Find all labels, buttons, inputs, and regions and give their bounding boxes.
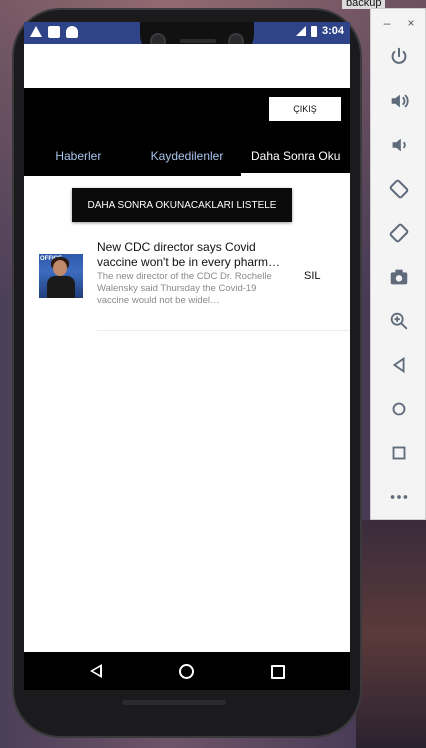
tab-bar: Haberler Kaydedilenler Daha Sonra Oku (24, 136, 350, 176)
back-icon[interactable] (383, 349, 415, 381)
home-icon[interactable] (383, 393, 415, 425)
signal-icon (295, 26, 306, 36)
app-bar: ÇIKIŞ Haberler Kaydedilenler Daha Sonra … (24, 88, 350, 176)
news-description: The new director of the CDC Dr. Rochelle… (97, 271, 272, 306)
nav-back-icon[interactable] (90, 664, 102, 678)
phone-screen: 3:04 ÇIKIŞ Haberler Kaydedilenler Daha S… (24, 22, 350, 690)
close-button[interactable]: × (401, 15, 421, 31)
more-icon[interactable] (383, 481, 415, 513)
tab-kaydedilenler[interactable]: Kaydedilenler (133, 136, 242, 176)
exit-button[interactable]: ÇIKIŞ (269, 97, 341, 121)
rotate-right-icon[interactable] (383, 217, 415, 249)
android-nav-bar (24, 652, 350, 690)
tab-haberler[interactable]: Haberler (24, 136, 133, 176)
rotate-left-icon[interactable] (383, 173, 415, 205)
android-icon (66, 26, 78, 38)
overview-icon[interactable] (383, 437, 415, 469)
minimize-button[interactable]: – (377, 15, 397, 31)
tab-daha-sonra-oku[interactable]: Daha Sonra Oku (241, 136, 350, 176)
app-blank-area (24, 44, 350, 88)
battery-icon (310, 25, 317, 37)
volume-up-icon[interactable] (383, 85, 415, 117)
thumbnail-face (53, 260, 67, 276)
power-icon[interactable] (383, 41, 415, 73)
nav-recents-icon[interactable] (271, 665, 285, 679)
sd-card-icon (48, 26, 60, 38)
earpiece-speaker (180, 39, 216, 43)
news-thumbnail: OFFICE (39, 254, 83, 298)
thumbnail-body (47, 276, 75, 298)
zoom-icon[interactable] (383, 305, 415, 337)
list-read-later-button[interactable]: DAHA SONRA OKUNACAKLARI LISTELE (72, 188, 292, 222)
desktop-background-building (356, 520, 426, 748)
status-time: 3:04 (321, 25, 344, 37)
news-title: New CDC director says Covid vaccine won'… (97, 240, 281, 269)
warning-icon (30, 26, 42, 37)
delete-button[interactable]: SIL (304, 270, 321, 282)
list-item[interactable]: OFFICE New CDC director says Covid vacci… (24, 232, 350, 332)
emulator-toolbar: – × (370, 8, 426, 520)
divider (97, 330, 350, 331)
volume-down-icon[interactable] (383, 129, 415, 161)
nav-home-icon[interactable] (179, 664, 194, 679)
camera-icon[interactable] (383, 261, 415, 293)
phone-chin-speaker (122, 700, 226, 705)
